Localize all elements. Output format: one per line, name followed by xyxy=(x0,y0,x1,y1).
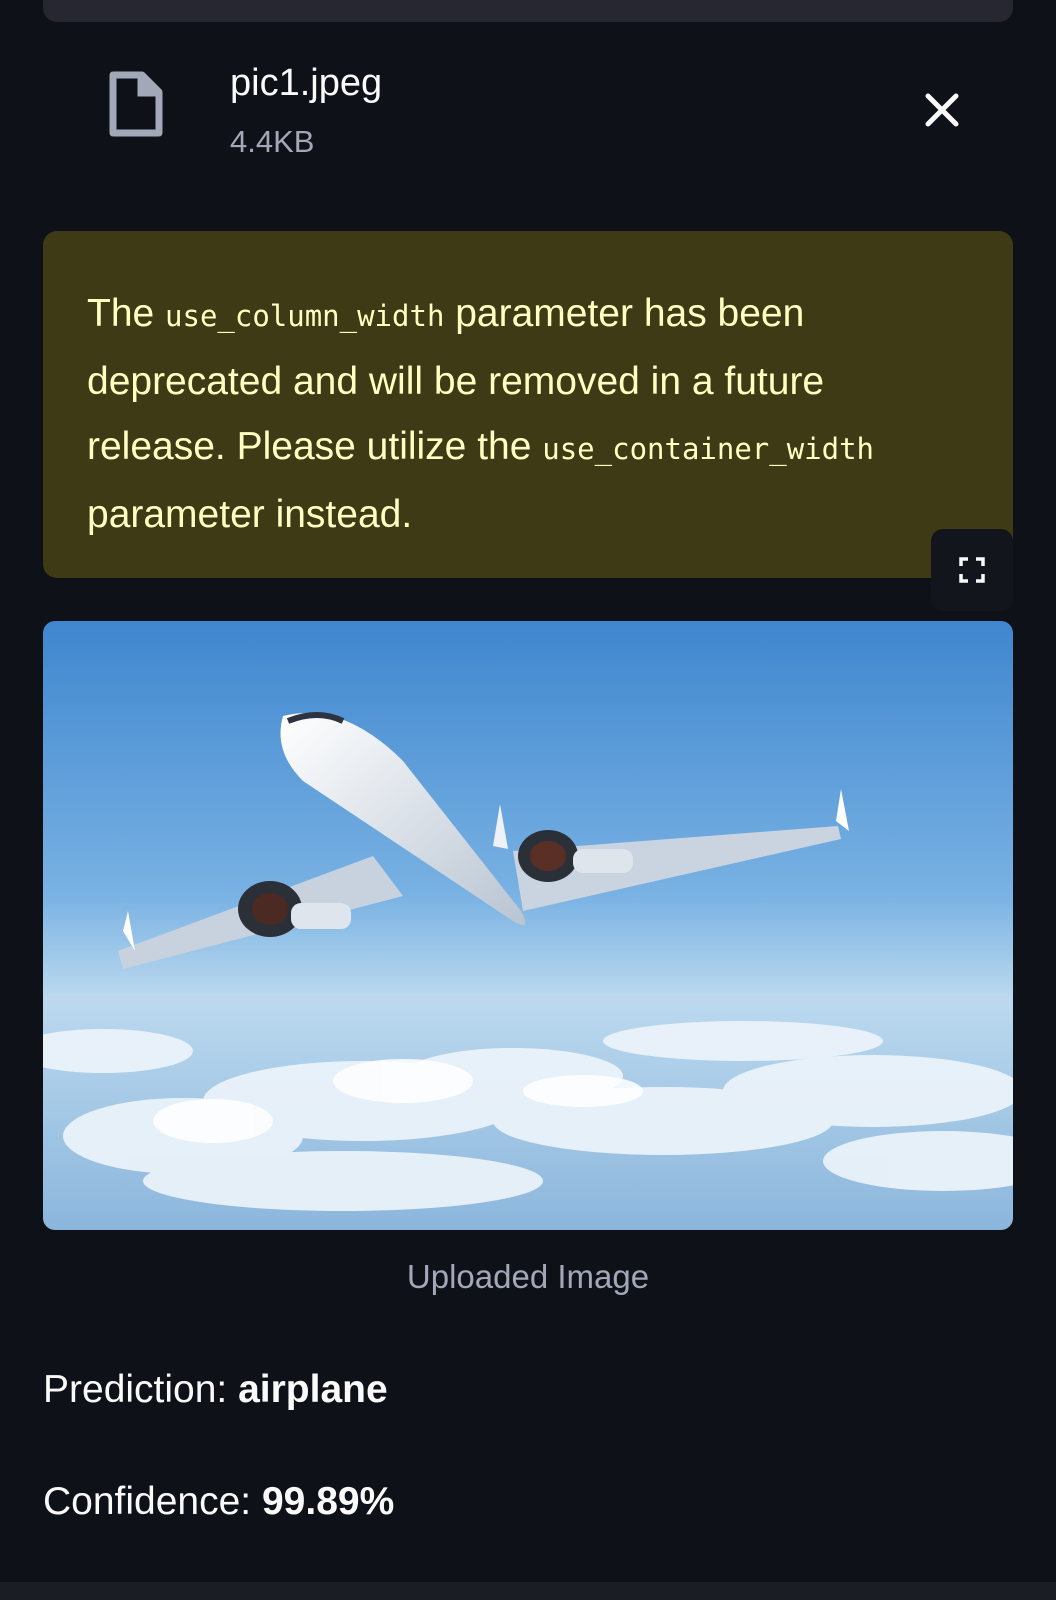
confidence-value: 99.89% xyxy=(261,1480,395,1523)
deprecation-warning: The use_column_width parameter has been … xyxy=(43,231,1013,578)
warning-code-use-container-width: use_container_width xyxy=(542,432,874,466)
file-icon xyxy=(108,70,164,138)
prediction-value: airplane xyxy=(238,1368,388,1411)
bottom-divider xyxy=(0,1582,1056,1600)
file-name: pic1.jpeg xyxy=(230,62,383,104)
warning-code-use-column-width: use_column_width xyxy=(165,299,445,333)
warning-text-3: parameter instead. xyxy=(87,493,413,536)
file-uploader-dropzone[interactable] xyxy=(43,0,1013,22)
uploaded-file-row: pic1.jpeg 4.4KB xyxy=(0,50,1056,180)
prediction-line: Prediction: airplane xyxy=(43,1368,388,1412)
file-size: 4.4KB xyxy=(230,124,315,159)
close-icon[interactable] xyxy=(920,88,964,132)
fullscreen-icon xyxy=(959,557,985,583)
image-caption: Uploaded Image xyxy=(406,1258,650,1295)
warning-text-1: The xyxy=(87,292,166,335)
confidence-line: Confidence: 99.89% xyxy=(43,1480,394,1524)
fullscreen-button[interactable] xyxy=(931,529,1013,611)
uploaded-image xyxy=(43,621,1013,1230)
confidence-label: Confidence: xyxy=(43,1480,262,1523)
prediction-label: Prediction: xyxy=(43,1368,239,1411)
